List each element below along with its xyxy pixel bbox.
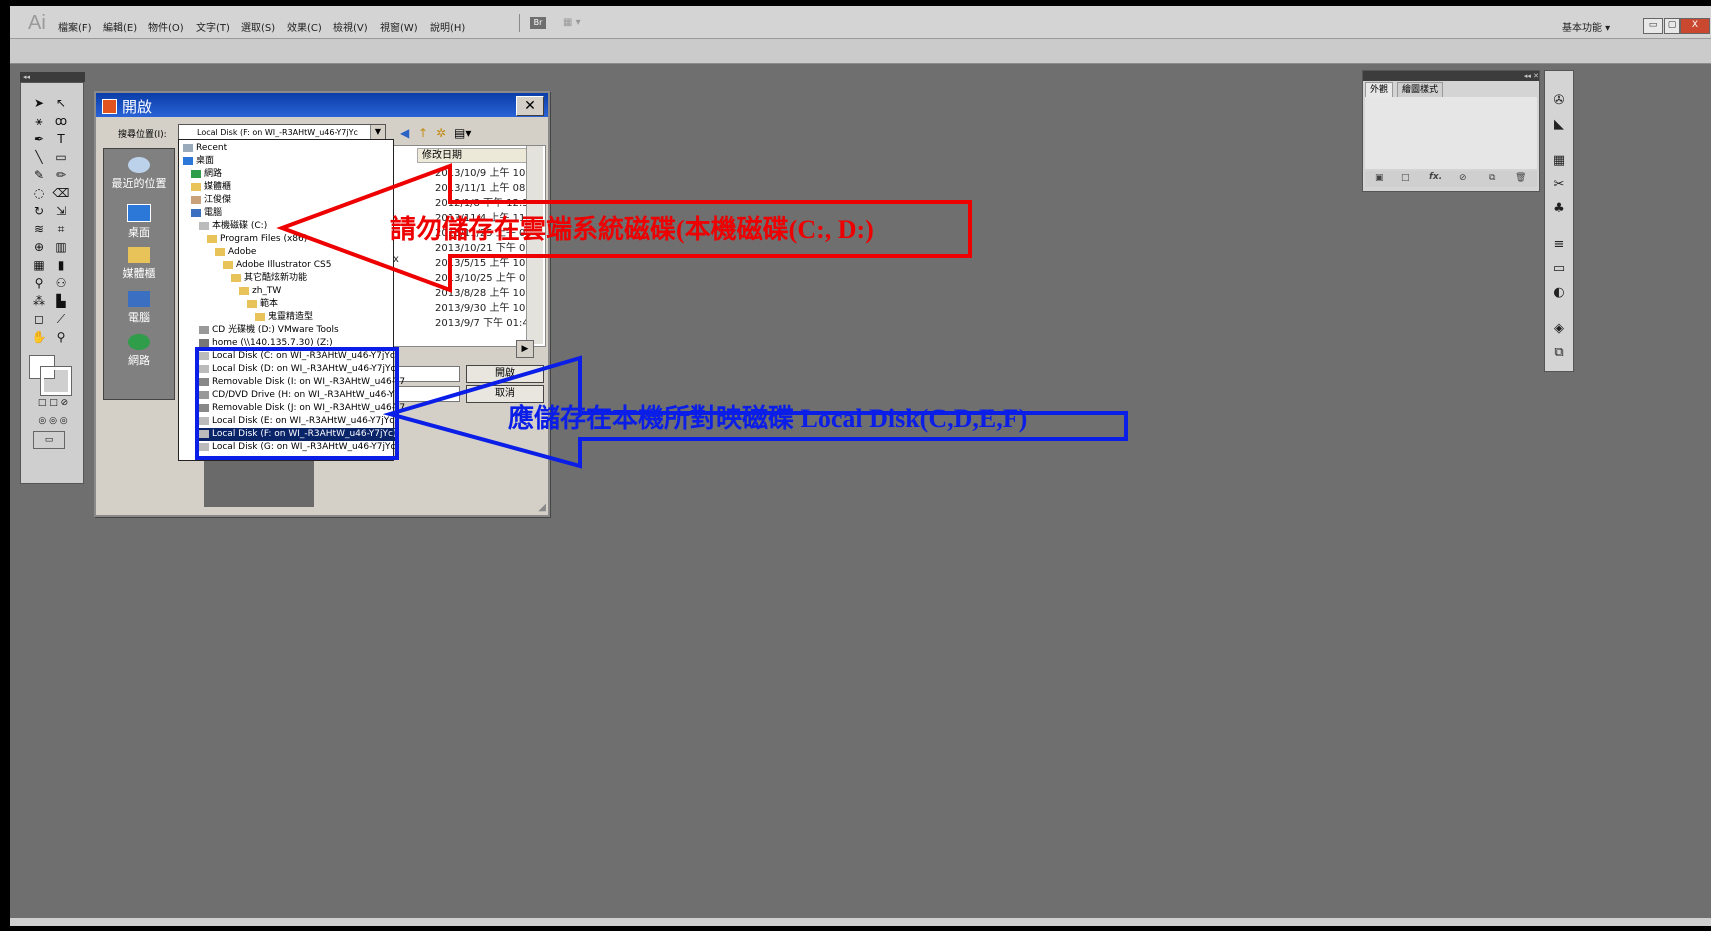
appearance-panel-body: [1365, 97, 1537, 169]
brushes-icon[interactable]: ✂: [1551, 177, 1567, 193]
add-stroke-icon[interactable]: ▣: [1375, 173, 1384, 183]
delete-item-icon[interactable]: 🗑: [1515, 173, 1526, 183]
status-bar: [10, 918, 1711, 926]
duplicate-item-icon[interactable]: ⧉: [1489, 173, 1495, 183]
artboards-icon[interactable]: ⧉: [1551, 345, 1567, 361]
fx-icon[interactable]: fx.: [1429, 172, 1442, 182]
transparency-icon[interactable]: ◐: [1551, 285, 1567, 301]
color-guide-icon[interactable]: ◣: [1551, 117, 1567, 133]
swatches-icon[interactable]: ▦: [1551, 153, 1567, 169]
layers-icon[interactable]: ◈: [1551, 321, 1567, 337]
color-icon[interactable]: ✇: [1551, 93, 1567, 109]
warning-annotation: 請勿儲存在雲端系統磁碟(本機磁碟(C:, D:): [390, 215, 874, 244]
local-disk-highlight: [195, 347, 399, 460]
instruction-annotation: 應儲存在本機所對映磁碟 Local Disk(C,D,E,F): [508, 404, 1028, 433]
appearance-panel: ◂◂ ✕ 外觀 繪圖樣式 ▣ □ fx. ⊘ ⧉ 🗑: [1362, 70, 1540, 192]
appearance-panel-header[interactable]: ◂◂ ✕: [1363, 71, 1539, 81]
tab-graphic-styles[interactable]: 繪圖樣式: [1397, 82, 1444, 98]
stroke-icon[interactable]: ≡: [1551, 237, 1567, 253]
clear-appearance-icon[interactable]: ⊘: [1459, 173, 1467, 183]
illustrator-window: Ai 檔案(F) 編輯(E) 物件(O) 文字(T) 選取(S) 效果(C) 檢…: [10, 6, 1711, 926]
panel-icon-strip: ✇ ◣ ▦ ✂ ♣ ≡ ▭ ◐ ◈ ⧉: [1544, 70, 1574, 372]
symbols-icon[interactable]: ♣: [1551, 201, 1567, 217]
gradient-icon[interactable]: ▭: [1551, 261, 1567, 277]
add-fill-icon[interactable]: □: [1401, 173, 1410, 183]
appearance-panel-footer: ▣ □ fx. ⊘ ⧉ 🗑: [1365, 171, 1537, 187]
tab-appearance[interactable]: 外觀: [1365, 82, 1394, 98]
